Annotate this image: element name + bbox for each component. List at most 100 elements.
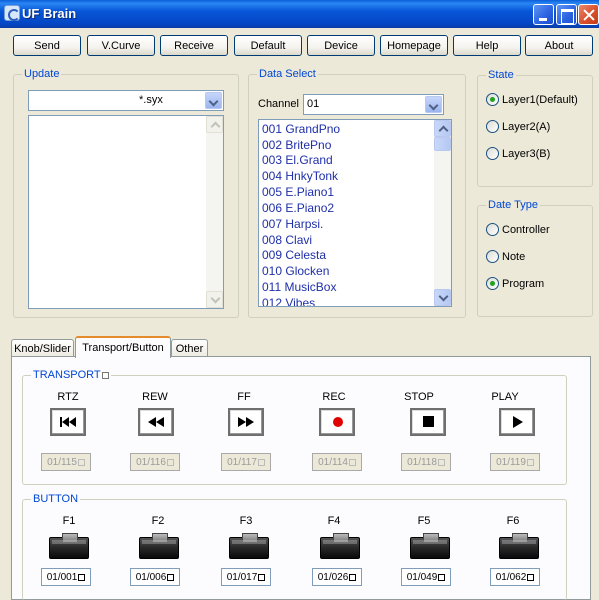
f2-code[interactable]: 01/006 <box>130 568 180 586</box>
stop-button[interactable] <box>410 408 446 436</box>
list-item[interactable]: 007 Harpsi. <box>262 217 323 231</box>
list-item[interactable]: 009 Celesta <box>262 248 326 262</box>
play-button[interactable] <box>499 408 535 436</box>
stop-code: 01/118 <box>401 453 451 471</box>
about-button[interactable]: About <box>525 35 593 56</box>
f4-label: F4 <box>327 515 341 527</box>
data-select-group-title: Data Select <box>257 68 318 80</box>
f3-code[interactable]: 01/017 <box>221 568 271 586</box>
f6-button[interactable] <box>499 533 539 559</box>
list-item[interactable]: 012 Vibes <box>262 296 315 306</box>
play-code: 01/119 <box>490 453 540 471</box>
maximize-button[interactable] <box>556 4 577 25</box>
scroll-down-icon[interactable] <box>206 291 223 308</box>
scroll-up-icon[interactable] <box>434 120 451 137</box>
rec-button[interactable] <box>319 408 355 436</box>
state-layer3-radio[interactable]: Layer3(B) <box>486 147 550 160</box>
radio-icon[interactable] <box>486 120 499 133</box>
program-list[interactable]: 001 GrandPno 002 BritePno 003 El.Grand 0… <box>258 119 452 307</box>
play-code-text: 01/119 <box>496 456 526 468</box>
help-button[interactable]: Help <box>453 35 521 56</box>
radio-selected-icon[interactable] <box>486 93 499 106</box>
tab-transport-button[interactable]: Transport/Button <box>75 336 171 358</box>
device-button[interactable]: Device <box>307 35 375 56</box>
f5-code[interactable]: 01/049 <box>401 568 451 586</box>
date-type-controller-radio[interactable]: Controller <box>486 223 550 236</box>
scroll-thumb[interactable] <box>434 137 451 151</box>
scroll-down-icon[interactable] <box>434 289 451 306</box>
f3-button[interactable] <box>229 533 269 559</box>
list-item[interactable]: 004 HnkyTonk <box>262 169 338 183</box>
f1-button[interactable] <box>49 533 89 559</box>
send-button[interactable]: Send <box>13 35 81 56</box>
radio-icon[interactable] <box>486 223 499 236</box>
radio-icon[interactable] <box>486 147 499 160</box>
f6-label: F6 <box>506 515 520 527</box>
play-icon <box>513 416 523 428</box>
default-button[interactable]: Default <box>234 35 302 56</box>
list-item[interactable]: 011 MusicBox <box>262 280 336 294</box>
ff-button[interactable] <box>228 408 264 436</box>
title-bar[interactable]: UF Brain <box>0 0 599 28</box>
list-item[interactable]: 005 E.Piano1 <box>262 185 334 199</box>
app-icon <box>4 5 20 21</box>
file-filter-combo[interactable]: *.syx <box>28 90 224 111</box>
date-type-program-label: Program <box>502 277 545 290</box>
rtz-code-text: 01/115 <box>47 456 77 468</box>
rew-code-text: 01/116 <box>136 456 166 468</box>
radio-icon[interactable] <box>486 250 499 263</box>
record-icon <box>333 417 343 427</box>
chevron-down-icon[interactable] <box>205 92 222 109</box>
fast-forward-icon <box>238 417 254 427</box>
file-filter-value: *.syx <box>139 94 163 106</box>
f4-button[interactable] <box>320 533 360 559</box>
f5-button[interactable] <box>410 533 450 559</box>
chevron-down-icon[interactable] <box>425 96 442 113</box>
receive-button[interactable]: Receive <box>160 35 228 56</box>
vcurve-button[interactable]: V.Curve <box>87 35 155 56</box>
f4-code[interactable]: 01/026 <box>312 568 362 586</box>
update-group-title: Update <box>22 68 62 80</box>
radio-selected-icon[interactable] <box>486 277 499 290</box>
list-item[interactable]: 003 El.Grand <box>262 153 333 167</box>
date-type-note-radio[interactable]: Note <box>486 250 525 263</box>
f2-label: F2 <box>151 515 165 527</box>
list-item[interactable]: 006 E.Piano2 <box>262 201 334 215</box>
checkbox-icon <box>257 458 265 466</box>
rec-code-text: 01/114 <box>318 456 348 468</box>
f1-code-text: 01/001 <box>46 571 78 583</box>
checkbox-icon <box>258 573 266 581</box>
transport-title-text: TRANSPORT <box>33 369 101 381</box>
ff-label: FF <box>237 391 251 403</box>
program-list-scrollbar[interactable] <box>434 120 451 306</box>
update-file-list-scrollbar[interactable] <box>206 116 223 308</box>
state-layer1-radio[interactable]: Layer1(Default) <box>486 93 578 106</box>
f1-code[interactable]: 01/001 <box>41 568 91 586</box>
stop-label: STOP <box>404 391 434 403</box>
tab-knob-slider[interactable]: Knob/Slider <box>11 339 74 357</box>
list-item[interactable]: 010 Glocken <box>262 264 329 278</box>
checkbox-icon[interactable] <box>101 372 109 379</box>
list-item[interactable]: 002 BritePno <box>262 138 331 152</box>
channel-select[interactable]: 01 <box>303 94 444 115</box>
state-layer3-label: Layer3(B) <box>502 147 551 160</box>
tab-other[interactable]: Other <box>171 339 208 357</box>
checkbox-icon <box>437 458 445 466</box>
f4-code-text: 01/026 <box>317 571 349 583</box>
list-item[interactable]: 008 Clavi <box>262 233 312 247</box>
minimize-button[interactable] <box>533 4 554 25</box>
f2-button[interactable] <box>139 533 179 559</box>
rtz-button[interactable] <box>50 408 86 436</box>
date-type-program-radio[interactable]: Program <box>486 277 544 290</box>
close-button[interactable] <box>578 4 599 25</box>
f6-code[interactable]: 01/062 <box>490 568 540 586</box>
rew-button[interactable] <box>138 408 174 436</box>
f1-label: F1 <box>62 515 76 527</box>
list-item[interactable]: 001 GrandPno <box>262 122 340 136</box>
scroll-up-icon[interactable] <box>206 116 223 133</box>
homepage-button[interactable]: Homepage <box>380 35 448 56</box>
checkbox-icon <box>527 573 535 581</box>
state-layer2-radio[interactable]: Layer2(A) <box>486 120 550 133</box>
rew-label: REW <box>142 391 168 403</box>
update-file-list[interactable] <box>28 115 224 309</box>
